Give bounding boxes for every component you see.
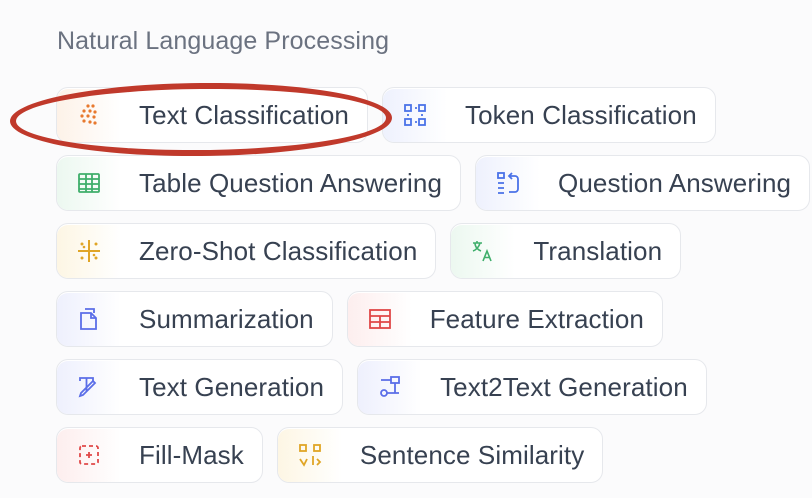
task-label: Text Classification	[139, 99, 349, 130]
task-label: Table Question Answering	[139, 167, 443, 198]
fill-mask-icon	[57, 428, 121, 482]
sentence-similarity-icon	[277, 428, 342, 482]
section-title: Natural Language Processing	[57, 27, 390, 55]
task-chip-text2text-generation[interactable]: Text2Text Generation	[357, 359, 707, 415]
task-chip-feature-extraction[interactable]: Feature Extraction	[346, 291, 663, 347]
task-row: Fill-Mask Sentence Similarity	[56, 427, 604, 483]
task-chip-text-classification[interactable]: Text Classification	[56, 87, 368, 143]
translation-icon	[451, 224, 516, 278]
summarization-icon	[57, 292, 121, 346]
task-chip-fill-mask[interactable]: Fill-Mask	[56, 427, 263, 483]
task-chip-table-question-answering[interactable]: Table Question Answering	[56, 155, 462, 211]
task-label: Translation	[533, 235, 663, 266]
task-label: Token Classification	[464, 99, 697, 130]
task-chip-token-classification[interactable]: Token Classification	[381, 87, 716, 143]
task-label: Zero-Shot Classification	[139, 235, 418, 266]
text2text-icon	[358, 360, 423, 414]
question-answering-icon	[476, 156, 541, 210]
table-icon	[57, 156, 121, 210]
task-chip-summarization[interactable]: Summarization	[56, 291, 333, 347]
task-label: Summarization	[139, 303, 314, 334]
task-chip-text-generation[interactable]: Text Generation	[56, 359, 344, 415]
feature-extraction-icon	[347, 292, 412, 346]
text-classification-icon	[57, 88, 121, 142]
task-label: Feature Extraction	[429, 303, 644, 334]
task-label: Text2Text Generation	[440, 371, 688, 402]
task-label: Question Answering	[558, 167, 792, 198]
task-label: Fill-Mask	[139, 439, 244, 470]
task-chip-translation[interactable]: Translation	[450, 223, 682, 279]
task-chip-sentence-similarity[interactable]: Sentence Similarity	[276, 427, 604, 483]
task-row: Summarization Feature Extraction	[56, 291, 663, 347]
task-label: Sentence Similarity	[359, 439, 585, 470]
zero-shot-icon	[57, 224, 121, 278]
token-classification-icon	[382, 88, 447, 142]
task-row: Zero-Shot Classification Translation	[56, 223, 682, 279]
nlp-task-panel: Natural Language Processing Text Classif…	[0, 0, 812, 498]
task-row: Text Classification Token Classification	[56, 87, 716, 143]
task-row: Table Question Answering Question Answer…	[56, 155, 811, 211]
task-row: Text Generation Text2Text Generation	[56, 359, 707, 415]
task-chip-question-answering[interactable]: Question Answering	[475, 155, 811, 211]
task-label: Text Generation	[139, 371, 325, 402]
text-generation-icon	[57, 360, 121, 414]
task-chip-zero-shot-classification[interactable]: Zero-Shot Classification	[56, 223, 437, 279]
